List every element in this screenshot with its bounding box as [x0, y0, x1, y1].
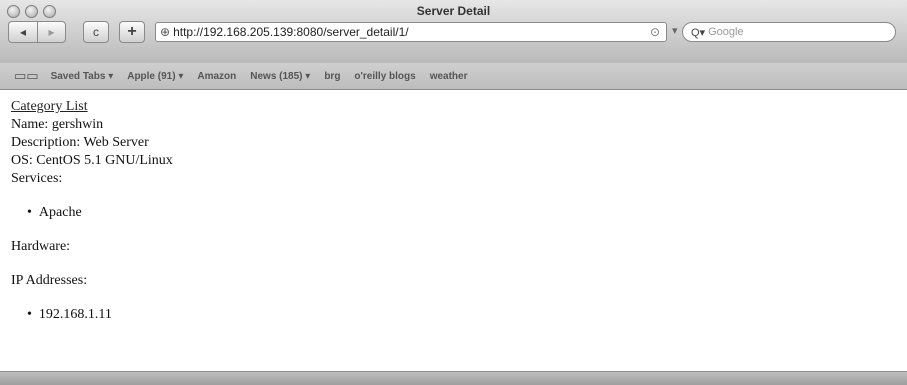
page-content: Category List Name: gershwin Description… — [11, 98, 173, 340]
server-os: OS: CentOS 5.1 GNU/Linux — [11, 153, 173, 168]
back-arrow-icon: ◂ — [19, 25, 27, 39]
ip-addresses-list: 192.168.1.11 — [11, 306, 173, 324]
list-item: 192.168.1.11 — [27, 306, 173, 324]
search-placeholder: Google — [708, 26, 744, 38]
hardware-label: Hardware: — [11, 239, 71, 254]
reload-button[interactable]: c — [83, 21, 109, 43]
list-item: Apache — [27, 204, 173, 222]
add-bookmark-button[interactable]: + — [119, 21, 145, 43]
window-title: Server Detail — [416, 4, 491, 18]
server-description: Description: Web Server — [11, 135, 149, 150]
services-list: Apache — [11, 204, 173, 222]
bookmarks-book-icon[interactable]: ▭▭ — [14, 68, 39, 84]
back-button[interactable]: ◂ — [8, 21, 37, 43]
forward-button[interactable]: ▸ — [37, 21, 66, 43]
server-name: Name: gershwin — [11, 117, 104, 132]
bookmark-brg[interactable]: brg — [324, 71, 340, 82]
browser-window: Server Detail ◂ ▸ c + ⊕ http://192.168.2… — [0, 0, 907, 385]
status-bar — [0, 371, 907, 385]
reload-icon: c — [93, 25, 99, 39]
bookmark-apple[interactable]: Apple (91) ▾ — [127, 71, 183, 82]
address-bar-url: http://192.168.205.139:8080/server_detai… — [173, 25, 409, 39]
bookmark-saved-tabs[interactable]: Saved Tabs ▾ — [51, 71, 114, 82]
forward-arrow-icon: ▸ — [48, 25, 55, 39]
services-label: Services: — [11, 171, 63, 186]
globe-icon: ⊕ — [160, 25, 171, 39]
url-dropdown-icon[interactable]: ▾ — [672, 24, 678, 37]
bookmark-oreilly-blogs[interactable]: o'reilly blogs — [354, 71, 415, 82]
bookmarks-bar: ▭▭ Saved Tabs ▾ Apple (91) ▾ Amazon News… — [0, 63, 907, 90]
ip-addresses-label: IP Addresses: — [11, 273, 88, 288]
bookmark-weather[interactable]: weather — [430, 71, 468, 82]
snapback-icon[interactable]: ⊙ — [650, 25, 660, 39]
search-field[interactable]: Q▾ Google — [682, 22, 896, 42]
browser-toolbar: Server Detail ◂ ▸ c + ⊕ http://192.168.2… — [0, 0, 907, 64]
bookmark-amazon[interactable]: Amazon — [197, 71, 236, 82]
search-icon: Q▾ — [691, 26, 706, 39]
plus-icon: + — [127, 23, 137, 40]
bookmark-news[interactable]: News (185) ▾ — [250, 71, 310, 82]
category-list-link[interactable]: Category List — [11, 99, 88, 114]
address-bar[interactable]: ⊕ http://192.168.205.139:8080/server_det… — [155, 22, 667, 42]
